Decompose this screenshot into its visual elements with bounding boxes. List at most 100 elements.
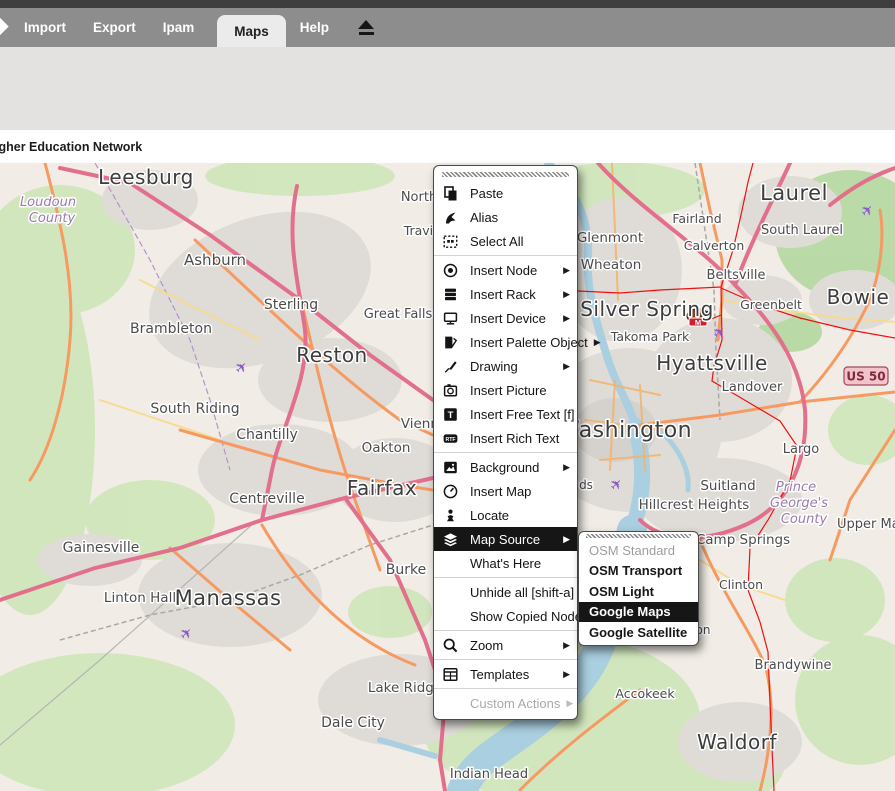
map-label-landover: Landover bbox=[722, 380, 783, 395]
menu-item-label: Insert Map bbox=[470, 484, 531, 499]
map-label-hillcrest-heights: Hillcrest Heights bbox=[639, 497, 750, 513]
menu-separator bbox=[434, 630, 577, 631]
map-label-beltsville: Beltsville bbox=[707, 268, 766, 283]
eject-icon[interactable] bbox=[358, 20, 375, 35]
menu-item-insert-free-text-f[interactable]: T Insert Free Text [f] bbox=[434, 402, 577, 426]
map-label-bowie: Bowie bbox=[827, 285, 890, 309]
submenu-item-google-satellite[interactable]: Google Satellite bbox=[579, 622, 698, 643]
map-label-calverton: Calverton bbox=[684, 238, 745, 253]
map-label-leesburg: Leesburg bbox=[98, 165, 194, 189]
submenu-arrow-icon: ▶ bbox=[557, 265, 570, 276]
map-label-laurel: Laurel bbox=[760, 181, 828, 205]
menubar-item-import[interactable]: Import bbox=[20, 8, 70, 47]
insert-palette-object-icon bbox=[442, 334, 459, 351]
clipped-logo-fragment bbox=[0, 17, 9, 35]
map-label-county: County bbox=[781, 512, 828, 527]
submenu-arrow-icon: ▶ bbox=[557, 361, 570, 372]
svg-text:T: T bbox=[448, 410, 454, 421]
menu-item-show-copied-nodes[interactable]: Show Copied Nodes bbox=[434, 604, 577, 628]
menu-item-insert-palette-object[interactable]: Insert Palette Object▶ bbox=[434, 330, 577, 354]
map-label-prince: Prince bbox=[776, 480, 816, 495]
menu-item-label: Insert Palette Object bbox=[470, 335, 588, 350]
menu-separator bbox=[434, 255, 577, 256]
menu-item-paste[interactable]: Paste bbox=[434, 181, 577, 205]
tearoff-handle[interactable] bbox=[442, 172, 569, 177]
tab-maps[interactable]: Maps bbox=[217, 15, 286, 47]
background-icon bbox=[442, 459, 459, 476]
menu-item-select-all[interactable]: Select All bbox=[434, 229, 577, 253]
map-label-fairfax: Fairfax bbox=[347, 476, 417, 500]
menu-item-label: Insert Device bbox=[470, 311, 546, 326]
submenu-item-osm-transport[interactable]: OSM Transport bbox=[579, 561, 698, 582]
menu-item-insert-rich-text[interactable]: RTF Insert Rich Text bbox=[434, 426, 577, 450]
context-menu: PasteAliasSelect AllInsert Node▶Insert R… bbox=[433, 165, 578, 720]
templates-icon bbox=[442, 666, 459, 683]
map-label-glenmont: Glenmont bbox=[577, 230, 643, 246]
map-label-brambleton: Brambleton bbox=[130, 321, 212, 337]
svg-text:US 50: US 50 bbox=[846, 370, 885, 384]
map-label-ashburn: Ashburn bbox=[184, 251, 246, 269]
no-icon bbox=[442, 695, 459, 712]
submenu-arrow-icon: ▶ bbox=[588, 337, 601, 348]
map-label-burke: Burke bbox=[386, 562, 426, 578]
menu-item-insert-device[interactable]: Insert Device ▶ bbox=[434, 306, 577, 330]
map-label-north: North bbox=[401, 190, 437, 205]
main-menubar: Import Export Ipam Maps Help bbox=[0, 8, 895, 47]
map-label-south-laurel: South Laurel bbox=[761, 223, 843, 238]
menu-item-label: What's Here bbox=[470, 556, 541, 571]
submenu-item-osm-standard: OSM Standard bbox=[579, 540, 698, 561]
menubar-item-ipam[interactable]: Ipam bbox=[159, 8, 199, 47]
toolbar-panel bbox=[0, 47, 895, 130]
menu-item-unhide-all-shift-a[interactable]: Unhide all [shift-a] bbox=[434, 580, 577, 604]
menu-item-label: Insert Picture bbox=[470, 383, 547, 398]
submenu-arrow-icon: ▶ bbox=[557, 534, 570, 545]
submenu-arrow-icon: ▶ bbox=[557, 289, 570, 300]
submenu-item-osm-light[interactable]: OSM Light bbox=[579, 581, 698, 602]
map-label-reston: Reston bbox=[296, 343, 367, 367]
submenu-item-google-maps[interactable]: Google Maps bbox=[579, 602, 698, 623]
menubar-item-help[interactable]: Help bbox=[296, 8, 333, 47]
map-label-hyattsville: Hyattsville bbox=[656, 351, 768, 375]
menu-item-label: Unhide all [shift-a] bbox=[470, 585, 574, 600]
map-label-centreville: Centreville bbox=[229, 491, 304, 507]
menu-item-insert-picture[interactable]: Insert Picture bbox=[434, 378, 577, 402]
map-label-largo: Largo bbox=[783, 442, 820, 457]
menu-item-insert-map[interactable]: Insert Map bbox=[434, 479, 577, 503]
insert-map-icon bbox=[442, 483, 459, 500]
menu-item-locate[interactable]: Locate bbox=[434, 503, 577, 527]
menu-item-alias[interactable]: Alias bbox=[434, 205, 577, 229]
title-strip: igher Education Network bbox=[0, 130, 895, 164]
menu-item-zoom[interactable]: Zoom▶ bbox=[434, 633, 577, 657]
select-all-icon bbox=[442, 233, 459, 250]
map-label-camp-springs: Camp Springs bbox=[696, 532, 790, 548]
insert-free-text-icon: T bbox=[442, 406, 459, 423]
menu-item-drawing[interactable]: Drawing▶ bbox=[434, 354, 577, 378]
tearoff-handle[interactable] bbox=[586, 534, 691, 538]
svg-text:RTF: RTF bbox=[445, 437, 455, 443]
menu-item-label: Background bbox=[470, 460, 539, 475]
menu-separator bbox=[434, 688, 577, 689]
insert-picture-icon bbox=[442, 382, 459, 399]
map-label-great-falls: Great Falls bbox=[364, 307, 433, 322]
submenu-arrow-icon: ▶ bbox=[557, 313, 570, 324]
no-icon bbox=[442, 608, 459, 625]
map-label-silver-spring: Silver Spring bbox=[580, 297, 714, 321]
submenu-arrow-icon: ▶ bbox=[557, 669, 570, 680]
map-label-sterling: Sterling bbox=[264, 297, 318, 313]
map-label-brandywine: Brandywine bbox=[755, 658, 832, 673]
window-strip bbox=[0, 0, 895, 8]
map-label-takoma-park: Takoma Park bbox=[610, 329, 690, 344]
insert-device-icon bbox=[442, 310, 459, 327]
menu-separator bbox=[434, 659, 577, 660]
menu-item-insert-node[interactable]: Insert Node▶ bbox=[434, 258, 577, 282]
menu-item-label: Insert Rich Text bbox=[470, 431, 559, 446]
menu-item-what-s-here[interactable]: What's Here bbox=[434, 551, 577, 575]
menu-item-templates[interactable]: Templates▶ bbox=[434, 662, 577, 686]
submenu-arrow-icon: ▶ bbox=[557, 640, 570, 651]
menu-item-map-source[interactable]: Map Source▶ bbox=[434, 527, 577, 551]
menu-item-label: Insert Free Text [f] bbox=[470, 407, 575, 422]
menubar-item-export[interactable]: Export bbox=[89, 8, 140, 47]
map-label-clinton: Clinton bbox=[719, 577, 763, 592]
menu-item-insert-rack[interactable]: Insert Rack▶ bbox=[434, 282, 577, 306]
menu-item-background[interactable]: Background▶ bbox=[434, 455, 577, 479]
